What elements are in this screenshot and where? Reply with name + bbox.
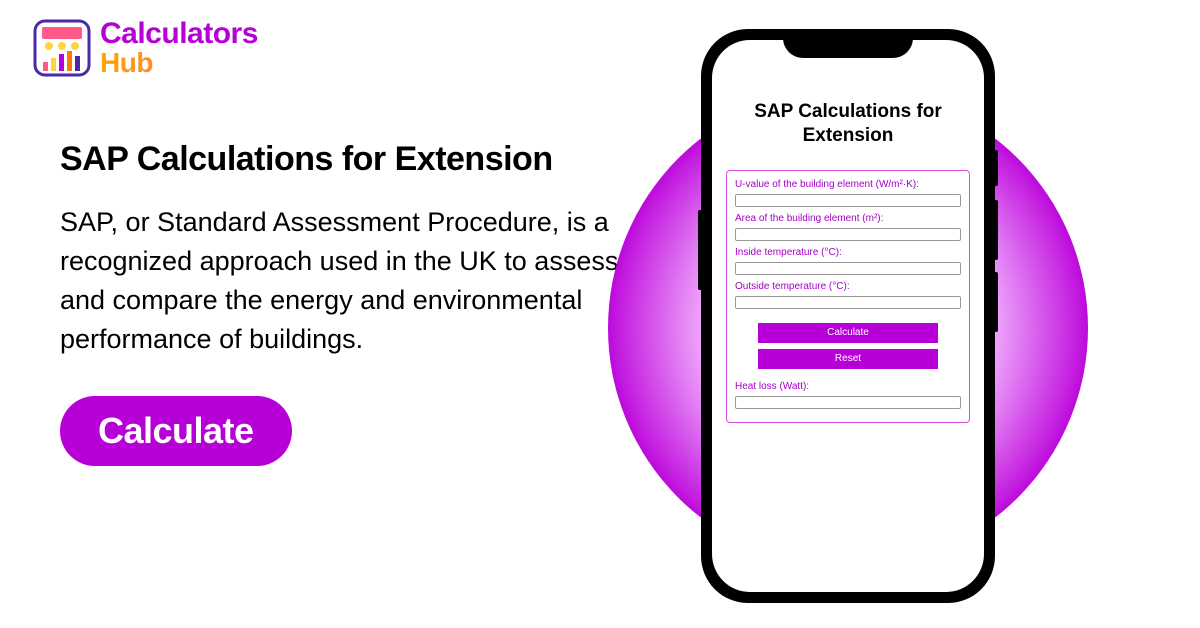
logo-line1: Calculators — [100, 19, 258, 49]
area-label: Area of the building element (m²): — [735, 213, 961, 224]
logo-line2: Hub — [100, 49, 258, 77]
heat-loss-output — [735, 396, 961, 409]
inside-temp-label: Inside temperature (°C): — [735, 247, 961, 258]
outside-temp-input[interactable] — [735, 296, 961, 309]
calculator-form: U-value of the building element (W/m²·K)… — [726, 170, 970, 423]
main-content: SAP Calculations for Extension SAP, or S… — [60, 140, 620, 466]
inside-temp-input[interactable] — [735, 262, 961, 275]
form-calculate-button[interactable]: Calculate — [758, 323, 939, 343]
logo-icon — [32, 18, 92, 78]
area-input[interactable] — [735, 228, 961, 241]
phone-frame: SAP Calculations for Extension U-value o… — [702, 30, 994, 602]
phone-screen: SAP Calculations for Extension U-value o… — [712, 40, 984, 592]
page-description: SAP, or Standard Assessment Procedure, i… — [60, 203, 620, 360]
phone-app-title: SAP Calculations for Extension — [734, 100, 962, 148]
logo-text: Calculators Hub — [100, 19, 258, 77]
heat-loss-label: Heat loss (Watt): — [735, 381, 961, 392]
logo[interactable]: Calculators Hub — [32, 18, 258, 78]
calculate-cta-button[interactable]: Calculate — [60, 396, 292, 466]
phone-preview: SAP Calculations for Extension U-value o… — [590, 30, 1110, 590]
outside-temp-label: Outside temperature (°C): — [735, 281, 961, 292]
form-reset-button[interactable]: Reset — [758, 349, 939, 369]
u-value-input[interactable] — [735, 194, 961, 207]
u-value-label: U-value of the building element (W/m²·K)… — [735, 179, 961, 190]
page-title: SAP Calculations for Extension — [60, 140, 620, 179]
